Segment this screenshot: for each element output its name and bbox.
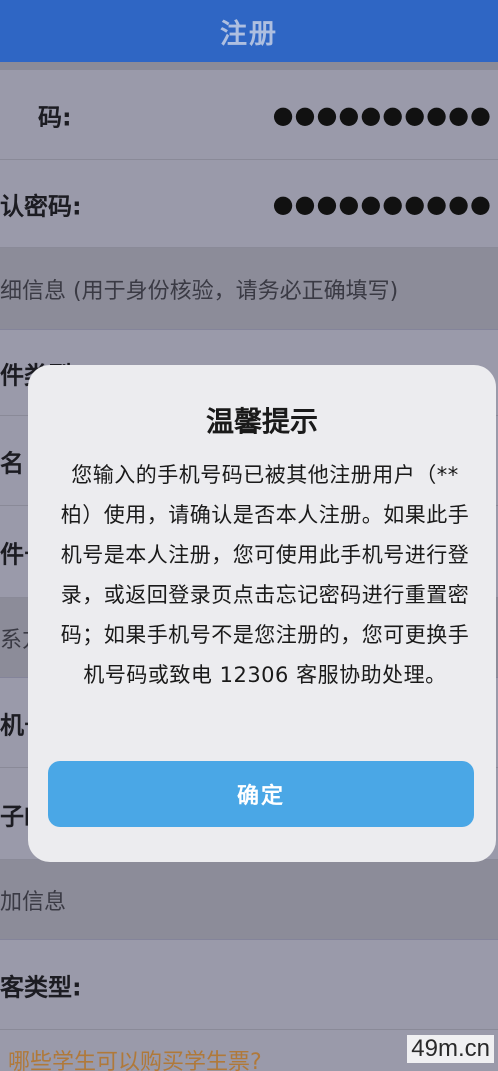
passenger-type-label: 客类型:: [0, 973, 82, 1001]
detail-section-title: 细信息 (用于身份核验，请务必正确填写): [0, 278, 399, 304]
passenger-type-row[interactable]: 客类型:: [0, 940, 498, 1030]
page-title: 注册: [220, 18, 278, 50]
extra-section-header: 加信息: [0, 860, 498, 940]
confirm-password-field[interactable]: ●●●●●●●●●●: [273, 190, 492, 218]
extra-section-title: 加信息: [0, 889, 67, 915]
dialog-title: 温馨提示: [205, 405, 318, 438]
dialog-message: 您输入的手机号码已被其他注册用户（**柏）使用，请确认是否本人注册。如果此手机号…: [60, 463, 470, 687]
name-label: 名: [0, 449, 24, 477]
password-field[interactable]: ●●●●●●●●●●: [273, 101, 492, 129]
header-gap: [0, 62, 498, 70]
detail-section-header: 细信息 (用于身份核验，请务必正确填写): [0, 248, 498, 330]
app-header: 注册: [0, 0, 498, 62]
password-label: 码:: [38, 103, 72, 131]
confirm-password-label: 认密码:: [0, 192, 82, 220]
confirm-button[interactable]: 确定: [48, 761, 474, 827]
student-ticket-link[interactable]: 哪些学生可以购买学生票?: [8, 1044, 262, 1071]
watermark: 49m.cn: [407, 1035, 494, 1063]
confirm-password-row[interactable]: 认密码: ●●●●●●●●●●: [0, 160, 498, 248]
alert-dialog: 温馨提示 您输入的手机号码已被其他注册用户（**柏）使用，请确认是否本人注册。如…: [28, 365, 496, 862]
password-row[interactable]: 码: ●●●●●●●●●●: [0, 70, 498, 160]
